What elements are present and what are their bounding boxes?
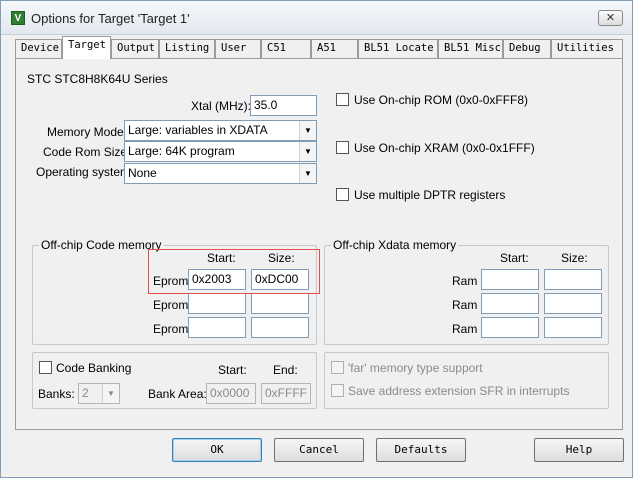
- multiple-dptr-checkbox[interactable]: [336, 188, 349, 201]
- on-chip-xram-checkbox[interactable]: [336, 141, 349, 154]
- xdata-size-header: Size:: [561, 251, 588, 265]
- multiple-dptr-label: Use multiple DPTR registers: [354, 188, 506, 202]
- code-banking-group: Code Banking Start: End: Banks: 2 ▼ Bank…: [32, 352, 317, 409]
- ram-size-input[interactable]: [544, 317, 602, 338]
- bank-start-header: Start:: [218, 363, 247, 377]
- memory-model-value: Large: variables in XDATA: [128, 123, 268, 137]
- code-banking-checkbox[interactable]: [39, 361, 52, 374]
- save-sfr-label: Save address extension SFR in interrupts: [348, 384, 570, 398]
- operating-system-label: Operating system:: [36, 165, 134, 179]
- tab-bl51-misc[interactable]: BL51 Misc: [438, 39, 503, 58]
- ok-button[interactable]: OK: [172, 438, 262, 462]
- window-title: Options for Target 'Target 1': [31, 11, 190, 26]
- bank-area-label: Bank Area:: [148, 387, 207, 401]
- code-rom-size-label: Code Rom Size:: [43, 145, 131, 159]
- banks-label: Banks:: [38, 387, 75, 401]
- tab-a51[interactable]: A51: [311, 39, 358, 58]
- target-tab-panel: STC STC8H8K64U Series Xtal (MHz): 35.0 M…: [15, 58, 623, 430]
- chevron-down-icon[interactable]: ▼: [299, 142, 316, 161]
- ram-start-input[interactable]: [481, 269, 539, 290]
- far-memory-group: 'far' memory type support Save address e…: [324, 352, 609, 409]
- xtal-input[interactable]: 35.0: [250, 95, 317, 116]
- code-row-label: Eprom: [153, 298, 189, 312]
- xdata-start-header: Start:: [500, 251, 529, 265]
- bank-area-start-input[interactable]: 0x0000: [206, 383, 256, 404]
- offchip-xdata-title: Off-chip Xdata memory: [331, 238, 459, 252]
- xdata-row-label: Ram: [452, 298, 478, 312]
- code-rom-size-select[interactable]: Large: 64K program ▼: [124, 141, 317, 162]
- tab-output[interactable]: Output: [111, 39, 159, 58]
- ram-start-input[interactable]: [481, 293, 539, 314]
- far-memory-label: 'far' memory type support: [348, 361, 483, 375]
- eprom-size-input[interactable]: [251, 293, 309, 314]
- ram-start-input[interactable]: [481, 317, 539, 338]
- code-banking-label: Code Banking: [56, 361, 132, 375]
- offchip-code-title: Off-chip Code memory: [39, 238, 164, 252]
- chevron-down-icon[interactable]: ▼: [299, 121, 316, 140]
- chevron-down-icon[interactable]: ▼: [299, 164, 316, 183]
- offchip-xdata-group: Off-chip Xdata memory Start: Size: Ram R…: [324, 238, 609, 345]
- code-row-label: Eprom: [153, 322, 189, 336]
- bank-end-header: End:: [273, 363, 298, 377]
- options-dialog: V Options for Target 'Target 1' ✕ Device…: [0, 0, 633, 478]
- tab-bl51-locate[interactable]: BL51 Locate: [358, 39, 438, 58]
- on-chip-rom-checkbox[interactable]: [336, 93, 349, 106]
- tab-listing[interactable]: Listing: [159, 39, 215, 58]
- xdata-row-label: Ram: [452, 274, 478, 288]
- tab-c51[interactable]: C51: [261, 39, 311, 58]
- operating-system-value: None: [128, 166, 157, 180]
- tab-utilities[interactable]: Utilities: [551, 39, 623, 58]
- defaults-button[interactable]: Defaults: [376, 438, 466, 462]
- device-name: STC STC8H8K64U Series: [27, 72, 168, 86]
- chevron-down-icon[interactable]: ▼: [102, 384, 119, 403]
- code-rom-size-value: Large: 64K program: [128, 144, 235, 158]
- ram-size-input[interactable]: [544, 269, 602, 290]
- memory-model-label: Memory Model:: [47, 125, 130, 139]
- highlight-box: [148, 249, 320, 294]
- title-bar: V Options for Target 'Target 1' ✕: [1, 1, 632, 35]
- operating-system-select[interactable]: None ▼: [124, 163, 317, 184]
- keil-app-icon: V: [11, 11, 25, 25]
- xtal-label: Xtal (MHz):: [191, 99, 251, 113]
- xdata-row-label: Ram: [452, 322, 478, 336]
- far-memory-checkbox[interactable]: [331, 361, 344, 374]
- on-chip-xram-label: Use On-chip XRAM (0x0-0x1FFF): [354, 141, 535, 155]
- cancel-button[interactable]: Cancel: [274, 438, 364, 462]
- tab-device[interactable]: Device: [15, 39, 62, 58]
- banks-select[interactable]: 2 ▼: [78, 383, 120, 404]
- tab-debug[interactable]: Debug: [503, 39, 551, 58]
- banks-value: 2: [82, 386, 89, 400]
- memory-model-select[interactable]: Large: variables in XDATA ▼: [124, 120, 317, 141]
- help-button[interactable]: Help: [534, 438, 624, 462]
- ram-size-input[interactable]: [544, 293, 602, 314]
- tab-user[interactable]: User: [215, 39, 261, 58]
- tab-target[interactable]: Target: [62, 36, 111, 59]
- save-sfr-checkbox[interactable]: [331, 384, 344, 397]
- close-button[interactable]: ✕: [598, 10, 623, 26]
- bank-area-end-input[interactable]: 0xFFFF: [261, 383, 311, 404]
- eprom-start-input[interactable]: [188, 317, 246, 338]
- on-chip-rom-label: Use On-chip ROM (0x0-0xFFF8): [354, 93, 529, 107]
- eprom-size-input[interactable]: [251, 317, 309, 338]
- eprom-start-input[interactable]: [188, 293, 246, 314]
